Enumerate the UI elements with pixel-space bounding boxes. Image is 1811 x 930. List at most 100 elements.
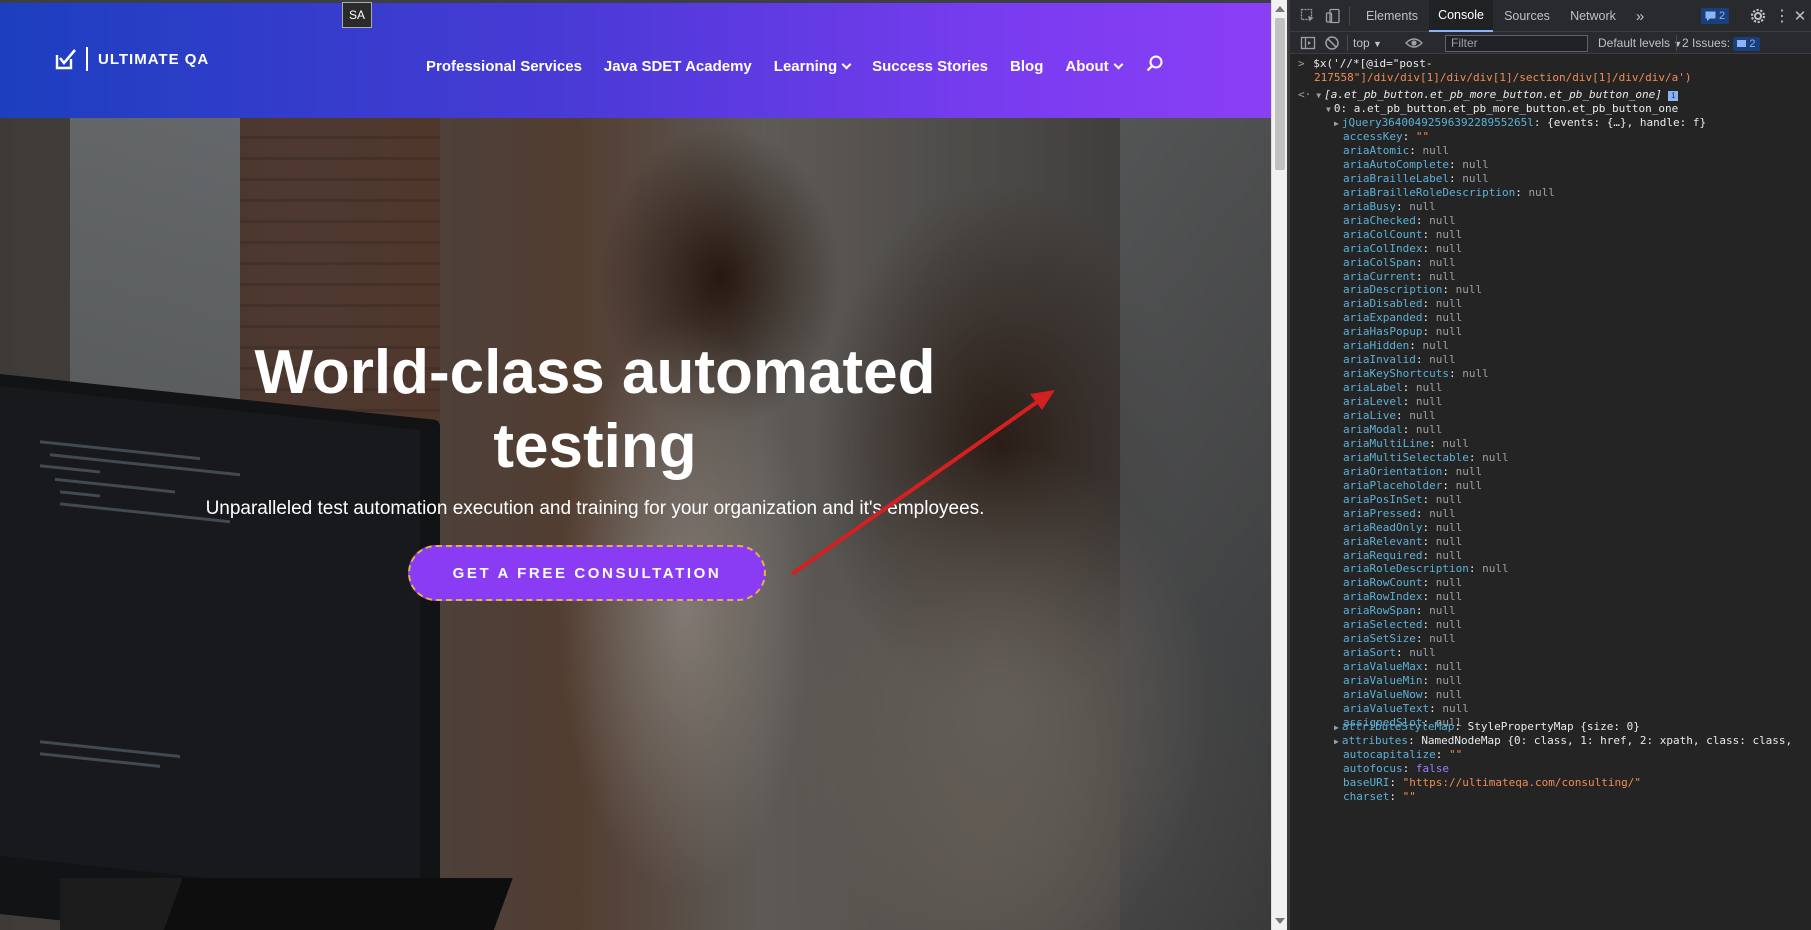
property-separator: : — [1415, 269, 1430, 283]
property-value: null — [1435, 534, 1463, 548]
toolbar-separator — [1349, 7, 1350, 25]
property-name: ariaColSpan — [1343, 255, 1416, 269]
property-separator: : — [1415, 632, 1430, 646]
issues-badge: 2 — [1733, 36, 1760, 51]
property-name: ariaPlaceholder — [1343, 478, 1443, 492]
search-icon[interactable] — [1146, 55, 1164, 78]
property-value: null — [1442, 701, 1469, 715]
collapse-triangle-icon: ▼ — [1316, 91, 1322, 100]
property-value: null — [1429, 506, 1456, 520]
nav-about[interactable]: About — [1065, 58, 1124, 75]
console-filter-input[interactable]: Filter — [1445, 35, 1588, 52]
property-name: ariaSort — [1343, 646, 1396, 660]
expand-triangle-icon: ▶ — [1334, 737, 1339, 746]
devtools-tabbar: Elements Console Sources Network » 2 ⋮ ✕ — [1290, 0, 1811, 32]
property-name: ariaPressed — [1343, 506, 1416, 520]
property-name: ariaChecked — [1343, 213, 1416, 227]
property-value: null — [1462, 367, 1489, 381]
property-value: "" — [1448, 748, 1463, 761]
property-name: jQuery3640049259639228955265l — [1341, 116, 1534, 129]
property-value: null — [1409, 409, 1436, 422]
property-separator: : — [1422, 534, 1436, 548]
property-name: ariaExpanded — [1343, 311, 1423, 325]
site-logo[interactable]: ULTIMATE QA — [52, 47, 209, 71]
property-value: null — [1528, 185, 1555, 199]
property-value: null — [1429, 632, 1456, 646]
property-name: ariaMultiLine — [1343, 436, 1430, 450]
property-separator: : — [1429, 701, 1443, 715]
scroll-up-icon[interactable] — [1275, 6, 1285, 12]
scroll-down-icon[interactable] — [1275, 918, 1285, 924]
tab-elements[interactable]: Elements — [1357, 0, 1427, 32]
property-value: null — [1422, 143, 1449, 157]
chevron-down-icon — [1113, 59, 1124, 70]
logo-divider — [86, 47, 88, 71]
property-separator: : — [1422, 590, 1436, 604]
property-separator: : — [1448, 171, 1463, 185]
tab-sources[interactable]: Sources — [1494, 0, 1560, 32]
property-separator: : — [1422, 227, 1436, 241]
clear-console-icon[interactable] — [1324, 35, 1340, 51]
expand-triangle-icon: ▶ — [1334, 723, 1339, 732]
issues-button[interactable]: 2 Issues: 2 — [1682, 36, 1760, 51]
nav-professional-services[interactable]: Professional Services — [426, 58, 582, 75]
property-name: ariaModal — [1343, 422, 1403, 436]
log-levels-dropdown[interactable]: Default levels ▼ — [1598, 36, 1682, 50]
property-separator: : — [1442, 283, 1456, 297]
property-separator: : — [1442, 464, 1456, 478]
result-summary: [a.et_pb_button.et_pb_more_button.et_pb_… — [1324, 88, 1662, 101]
property-name: ariaRowIndex — [1343, 590, 1423, 604]
property-value: null — [1435, 311, 1463, 325]
kebab-menu-icon[interactable]: ⋮ — [1774, 0, 1790, 32]
expand-triangle-icon: ▶ — [1334, 119, 1339, 128]
tab-console[interactable]: Console — [1429, 0, 1493, 32]
property-name: ariaSelected — [1343, 618, 1423, 632]
close-icon[interactable]: ✕ — [1792, 0, 1808, 32]
property-value: null — [1435, 590, 1463, 604]
property-name: ariaLive — [1343, 409, 1396, 422]
more-tabs-icon[interactable]: » — [1628, 0, 1652, 32]
property-separator: : — [1415, 353, 1430, 367]
property-value: null — [1435, 660, 1463, 674]
property-separator: : — [1422, 576, 1436, 590]
property-separator: : — [1415, 255, 1430, 269]
property-separator: : — [1422, 311, 1436, 325]
scrollbar-thumb[interactable] — [1275, 18, 1285, 170]
property-value: null — [1435, 674, 1463, 688]
device-toolbar-icon[interactable] — [1325, 8, 1341, 24]
property-name: ariaAtomic — [1343, 143, 1410, 157]
messages-badge[interactable]: 2 — [1701, 8, 1730, 24]
property-separator: : — [1515, 185, 1529, 199]
property-value: "" — [1415, 130, 1430, 143]
toolbar-separator — [1676, 35, 1677, 51]
property-value: null — [1435, 227, 1463, 241]
property-value: null — [1482, 562, 1509, 576]
property-separator: : — [1429, 436, 1443, 450]
sidebar-toggle-icon[interactable] — [1300, 35, 1316, 51]
nav-java-sdet-academy[interactable]: Java SDET Academy — [604, 58, 752, 75]
tab-network[interactable]: Network — [1560, 0, 1626, 32]
nav-blog[interactable]: Blog — [1010, 58, 1043, 75]
message-icon — [1737, 40, 1747, 47]
page-scrollbar[interactable] — [1271, 0, 1287, 930]
property-value: null — [1429, 604, 1456, 618]
property-name: ariaDisabled — [1343, 297, 1423, 311]
nav-learning[interactable]: Learning — [774, 58, 852, 75]
property-name: ariaColIndex — [1343, 241, 1423, 255]
gear-icon[interactable] — [1750, 8, 1766, 24]
console-input-echo-cont: 217558"]/div/div[1]/div/div[1]/section/d… — [1314, 70, 1692, 86]
property-separator: : — [1422, 688, 1436, 701]
context-selector[interactable]: top ▼ — [1353, 36, 1382, 50]
logo-text: ULTIMATE QA — [98, 50, 210, 68]
inspect-element-icon[interactable] — [1300, 8, 1316, 24]
property-separator: : — [1395, 199, 1410, 213]
hero-section: World-class automated testing Unparallel… — [0, 118, 1271, 930]
property-value: null — [1435, 492, 1463, 506]
property-value: null — [1462, 171, 1489, 185]
property-name: ariaValueMin — [1343, 674, 1423, 688]
command-text: $x('//*[@id="post- — [1313, 57, 1433, 70]
nav-success-stories[interactable]: Success Stories — [872, 58, 988, 75]
property-separator: : — [1402, 130, 1416, 143]
result-arrow-icon: <· — [1298, 88, 1312, 101]
eye-icon[interactable] — [1405, 35, 1423, 51]
